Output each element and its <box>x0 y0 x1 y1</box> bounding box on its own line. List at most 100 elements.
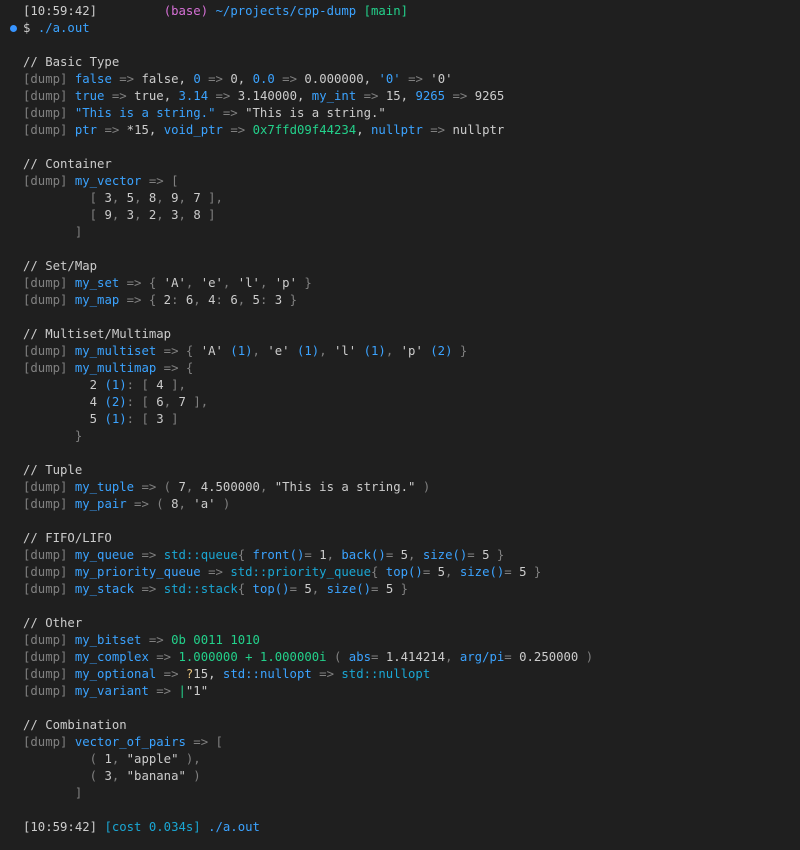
terminal-text-segment: : [ <box>126 395 157 409</box>
terminal-text-segment: = <box>504 565 520 579</box>
terminal-text-segment: my_int <box>311 89 357 103</box>
terminal-text-segment: 0b 0011 1010 <box>171 633 260 647</box>
terminal-text-segment: (base) <box>163 4 216 18</box>
terminal-text-segment: [dump] <box>23 293 75 307</box>
terminal-line: [dump] true => true, 3.14 => 3.140000, m… <box>23 88 504 105</box>
terminal-text-segment: std::stack <box>163 582 238 596</box>
terminal-text-segment: } <box>489 548 505 562</box>
terminal-line: [10:59:42] [cost 0.034s] ./a.out <box>23 819 260 836</box>
terminal-text-segment: 2 <box>163 293 172 307</box>
terminal-text-segment: 4.500000 <box>200 480 260 494</box>
terminal-line: // Container <box>23 156 112 173</box>
terminal-text-segment: [ <box>23 191 105 205</box>
terminal-text-segment: => [ <box>141 174 179 188</box>
terminal-text-segment: ], <box>200 191 223 205</box>
terminal-line: [dump] false => false, 0 => 0, 0.0 => 0.… <box>23 71 453 88</box>
terminal-text-segment: => <box>200 72 231 86</box>
terminal-text-segment: true, <box>134 89 179 103</box>
terminal-text-segment: ~/projects/cpp-dump <box>215 4 364 18</box>
command-status-dot-icon[interactable] <box>10 25 17 32</box>
terminal-text-segment: std::nullopt <box>222 667 312 681</box>
terminal-text-segment: , <box>311 582 327 596</box>
terminal-text-segment: [10:59:42] <box>23 4 98 18</box>
terminal-text-segment: 6 <box>230 293 238 307</box>
terminal-text-segment: front() <box>252 548 305 562</box>
terminal-text-segment: 3 <box>104 769 112 783</box>
terminal-text-segment: => <box>148 684 179 698</box>
terminal-text-segment: : [ <box>126 378 157 392</box>
terminal-text-segment: , <box>163 395 179 409</box>
terminal-text-segment: = <box>371 582 386 596</box>
terminal-text-segment: = <box>304 548 320 562</box>
terminal-text-segment: , <box>134 191 149 205</box>
terminal-text-segment: my_set <box>74 276 120 290</box>
terminal-text-segment: "This is a string." <box>245 106 386 120</box>
terminal-text-segment: [dump] <box>23 344 75 358</box>
terminal-text-segment: } <box>393 582 409 596</box>
terminal-text-segment: => { <box>119 293 164 307</box>
terminal-text-segment: '0' <box>378 72 401 86</box>
terminal-line: [dump] ptr => *15, void_ptr => 0x7ffd09f… <box>23 122 504 139</box>
terminal-text-segment: [dump] <box>23 633 75 647</box>
terminal-text-segment: [main] <box>363 4 409 18</box>
terminal-line: // Tuple <box>23 462 82 479</box>
terminal-text-segment: , <box>445 565 460 579</box>
terminal-text-segment: // Container <box>23 157 112 171</box>
terminal-text-segment: 0 <box>193 72 201 86</box>
terminal-text-segment: [ <box>23 208 105 222</box>
terminal-text-segment: [dump] <box>23 89 75 103</box>
terminal-text-segment: size() <box>422 548 468 562</box>
terminal-text-segment: , <box>319 344 334 358</box>
terminal-text-segment: ./a.out <box>37 21 90 35</box>
terminal-line: // Set/Map <box>23 258 97 275</box>
terminal-text-segment: (2) <box>422 344 453 358</box>
terminal-text-segment: = <box>422 565 438 579</box>
terminal-text-segment: : <box>215 293 231 307</box>
terminal-text-segment: ( <box>23 769 105 783</box>
terminal-text-segment: my_variant <box>74 684 149 698</box>
terminal-text-segment: 8 <box>193 208 201 222</box>
terminal-text-segment: *15, <box>126 123 164 137</box>
terminal-text-segment: 9 <box>104 208 112 222</box>
terminal-text-segment: , <box>408 548 423 562</box>
terminal-text-segment: ptr <box>74 123 98 137</box>
terminal-text-segment: (1) <box>289 344 320 358</box>
terminal-line: [dump] "This is a string." => "This is a… <box>23 105 386 122</box>
terminal-text-segment: 1 <box>104 752 112 766</box>
terminal-text-segment: 2 <box>23 378 98 392</box>
terminal-text-segment: => <box>222 123 253 137</box>
terminal-text-segment: my_multiset <box>74 344 157 358</box>
terminal-text-segment: => <box>156 667 186 681</box>
terminal-text-segment: size() <box>459 565 505 579</box>
terminal-text-segment: my_pair <box>74 497 127 511</box>
terminal-line: 2 (1): [ 4 ], <box>23 377 186 394</box>
terminal-text-segment: 'e' <box>267 344 290 358</box>
terminal-text-segment: size() <box>326 582 372 596</box>
terminal-text-segment: 7 <box>178 480 186 494</box>
terminal-line: [ 9, 3, 2, 3, 8 ] <box>23 207 216 224</box>
terminal-text-segment: "1" <box>185 684 209 698</box>
terminal-text-segment: [dump] <box>23 497 75 511</box>
terminal-text-segment: , <box>111 191 127 205</box>
terminal-text-segment: $ <box>23 21 38 35</box>
terminal-text-segment: 3.140000, <box>237 89 312 103</box>
terminal-text-segment: 5 <box>437 565 446 579</box>
terminal-text-segment: = <box>385 548 401 562</box>
terminal-line: 5 (1): [ 3 ] <box>23 411 179 428</box>
terminal-line: [dump] my_priority_queue => std::priorit… <box>23 564 541 581</box>
terminal-text-segment: , <box>237 293 253 307</box>
terminal-text-segment: std::nullopt <box>341 667 431 681</box>
terminal-text-segment: { <box>237 582 253 596</box>
terminal-text-segment: 9265 <box>415 89 446 103</box>
terminal-text-segment: => <box>148 650 179 664</box>
terminal-text-segment: // Multiset/Multimap <box>23 327 172 341</box>
terminal-text-segment: => [ <box>185 735 223 749</box>
terminal-text-segment: (1) <box>222 344 253 358</box>
terminal-text-segment: [dump] <box>23 667 75 681</box>
terminal-text-segment: => <box>200 565 231 579</box>
terminal-text-segment: // Other <box>23 616 83 630</box>
terminal-text-segment: my_map <box>74 293 120 307</box>
terminal-text-segment: } <box>23 429 83 443</box>
terminal-text-segment: : <box>171 293 186 307</box>
terminal-text-segment: , <box>111 752 127 766</box>
